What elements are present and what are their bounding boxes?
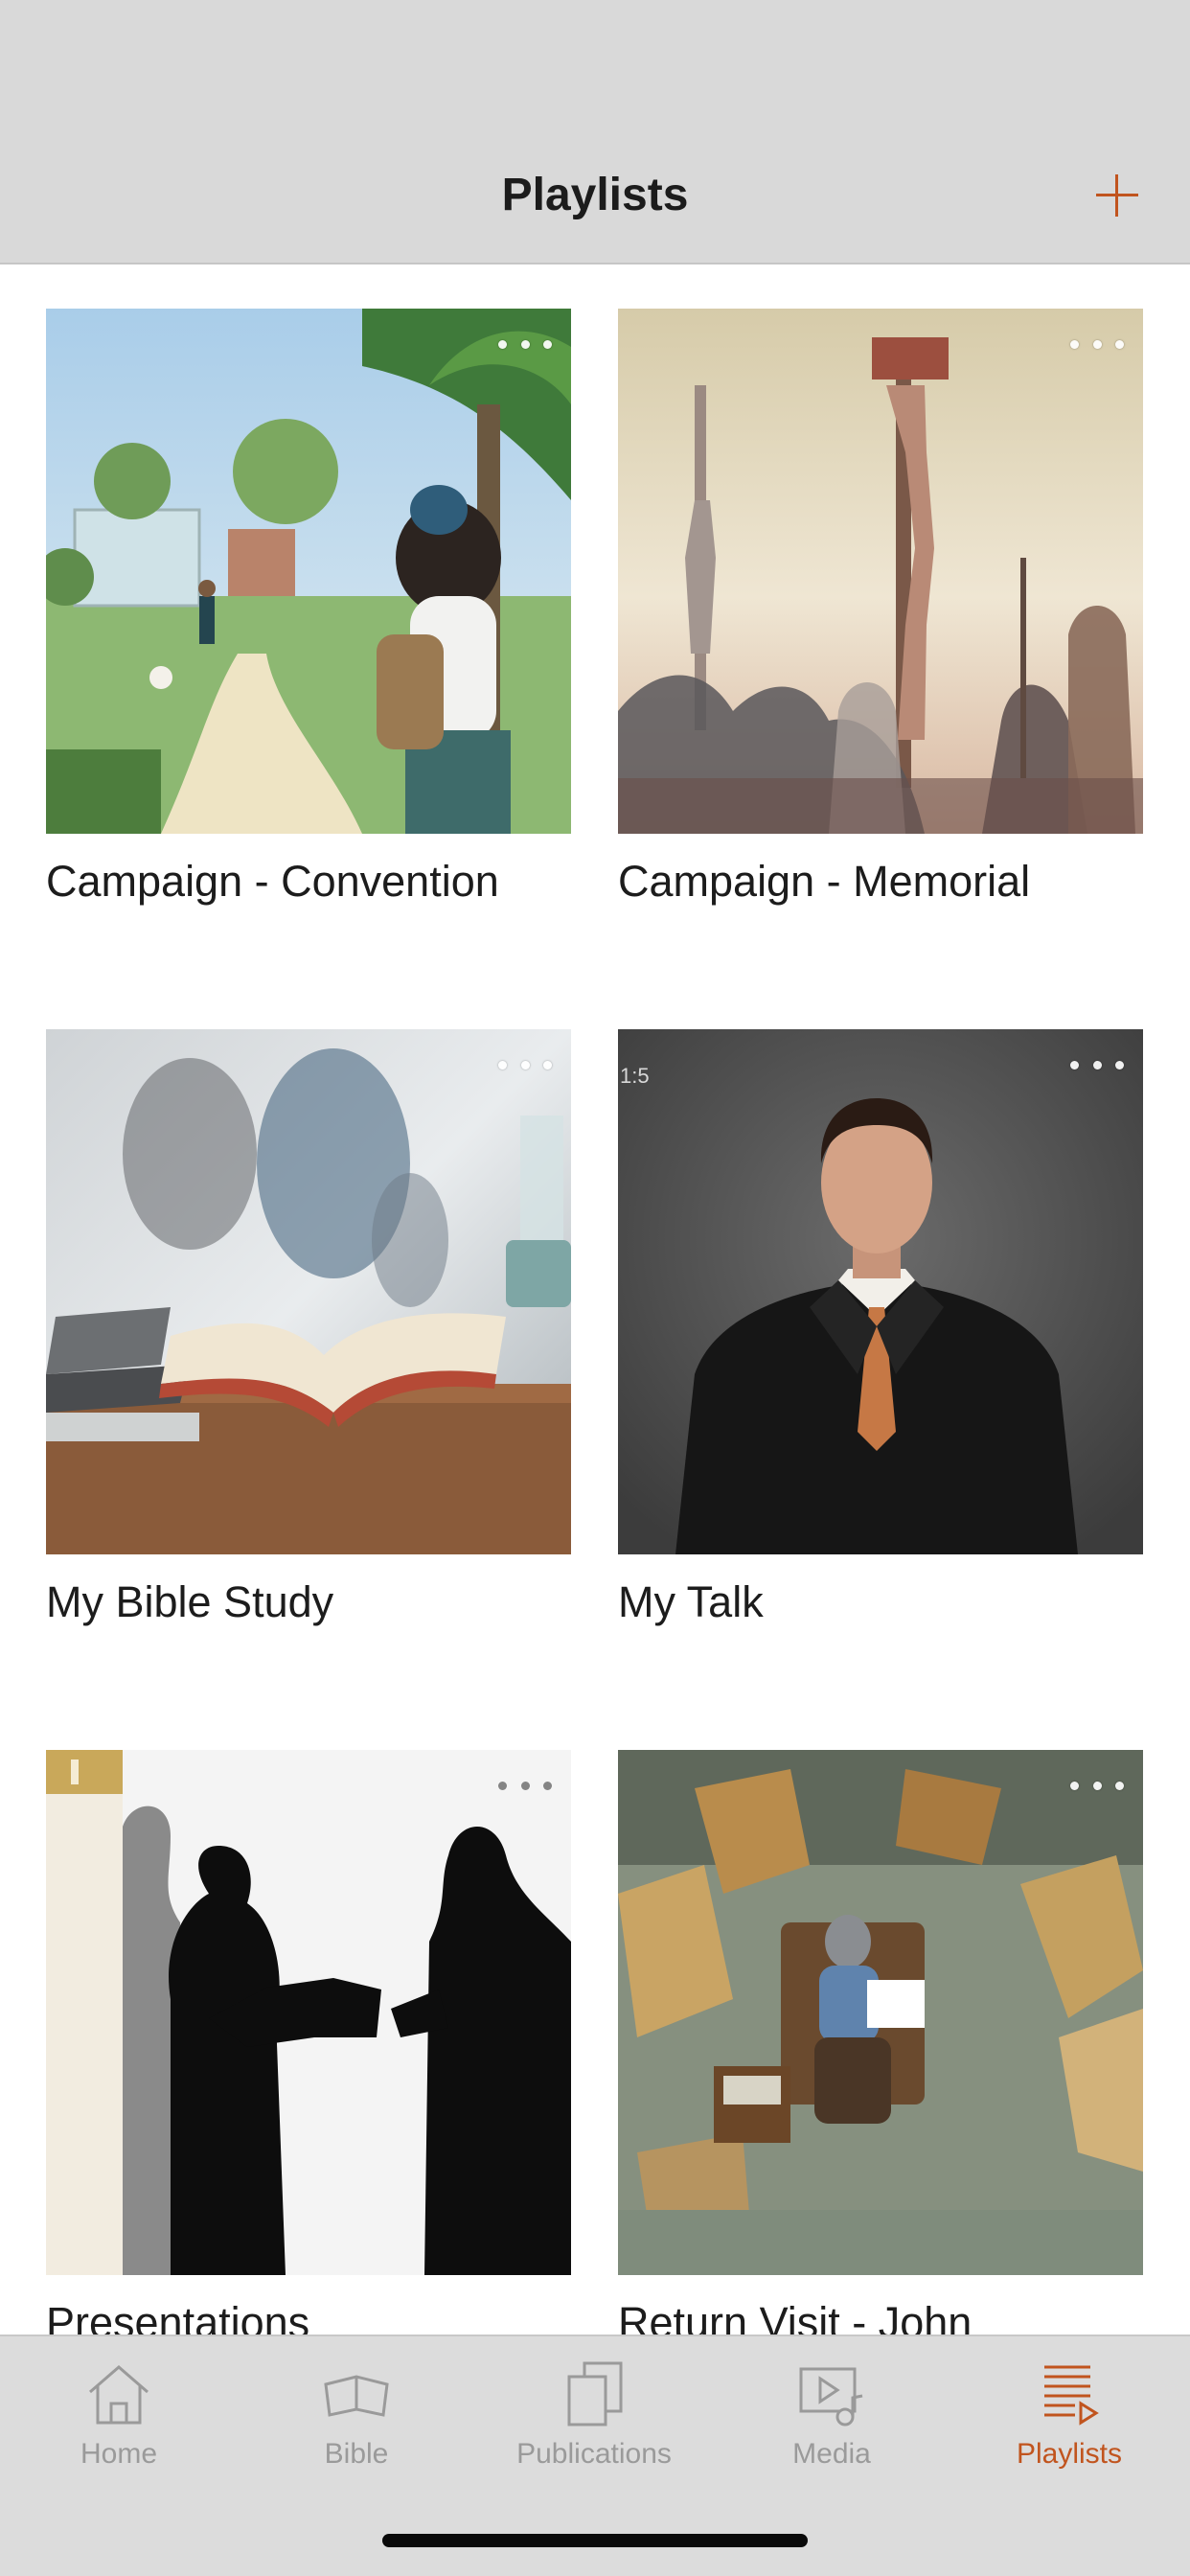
manuscripts-illustration xyxy=(618,1750,1143,2275)
playlist-card[interactable]: Presentations xyxy=(46,1750,571,2350)
more-options-button[interactable] xyxy=(498,1060,552,1070)
timestamp-label: 1:5 xyxy=(620,1064,650,1088)
playlist-thumbnail[interactable] xyxy=(46,1029,571,1554)
page-title: Playlists xyxy=(501,170,689,220)
tab-label: Publications xyxy=(516,2438,672,2470)
open-bible-photo xyxy=(46,1029,571,1554)
playlist-card[interactable]: 1:5 My Talk xyxy=(618,1029,1143,1629)
tab-label: Home xyxy=(80,2438,158,2470)
tab-media[interactable]: Media xyxy=(713,2356,950,2499)
speaker-portrait xyxy=(618,1029,1143,1554)
tab-playlists[interactable]: Playlists xyxy=(950,2356,1188,2499)
media-play-icon xyxy=(799,2367,863,2426)
screen: Playlists Campaign - Convention Campaign… xyxy=(0,0,1190,2576)
playlist-thumbnail[interactable] xyxy=(618,1750,1143,2275)
playlist-title: Campaign - Memorial xyxy=(618,857,1031,906)
more-options-button[interactable] xyxy=(1070,339,1124,349)
more-options-button[interactable] xyxy=(498,1781,552,1790)
paradise-illustration xyxy=(46,309,571,834)
playlist-title: Campaign - Convention xyxy=(46,857,499,906)
more-options-button[interactable] xyxy=(498,339,552,349)
playlist-thumbnail[interactable] xyxy=(618,309,1143,834)
playlist-card[interactable]: Campaign - Convention xyxy=(46,309,571,908)
playlist-icon xyxy=(1044,2365,1099,2426)
playlist-grid: Campaign - Convention Campaign - Memoria… xyxy=(0,264,1190,2347)
tab-publications[interactable]: Publications xyxy=(475,2356,713,2499)
more-options-button[interactable] xyxy=(1070,1060,1124,1070)
silhouette-illustration xyxy=(46,1750,571,2275)
playlist-thumbnail[interactable] xyxy=(46,309,571,834)
more-options-button[interactable] xyxy=(1070,1781,1124,1790)
playlist-card[interactable]: Return Visit - John xyxy=(618,1750,1143,2350)
crucifixion-illustration xyxy=(618,309,1143,834)
tab-label: Playlists xyxy=(1016,2438,1123,2470)
playlist-thumbnail[interactable]: 1:5 xyxy=(618,1029,1143,1554)
nav-header: Playlists xyxy=(0,0,1190,264)
playlist-title: My Talk xyxy=(618,1577,764,1626)
home-indicator[interactable] xyxy=(382,2534,808,2547)
house-icon xyxy=(89,2365,149,2425)
add-playlist-button[interactable] xyxy=(1090,169,1144,222)
playlist-thumbnail[interactable] xyxy=(46,1750,571,2275)
tab-label: Media xyxy=(792,2438,871,2470)
playlist-title: My Bible Study xyxy=(46,1577,334,1626)
stacked-pages-icon xyxy=(567,2361,623,2426)
tab-home[interactable]: Home xyxy=(0,2356,238,2499)
playlist-card[interactable]: My Bible Study xyxy=(46,1029,571,1629)
open-book-icon xyxy=(324,2375,389,2417)
playlist-card[interactable]: Campaign - Memorial xyxy=(618,309,1143,908)
tab-bible[interactable]: Bible xyxy=(238,2356,475,2499)
tab-label: Bible xyxy=(324,2438,389,2470)
